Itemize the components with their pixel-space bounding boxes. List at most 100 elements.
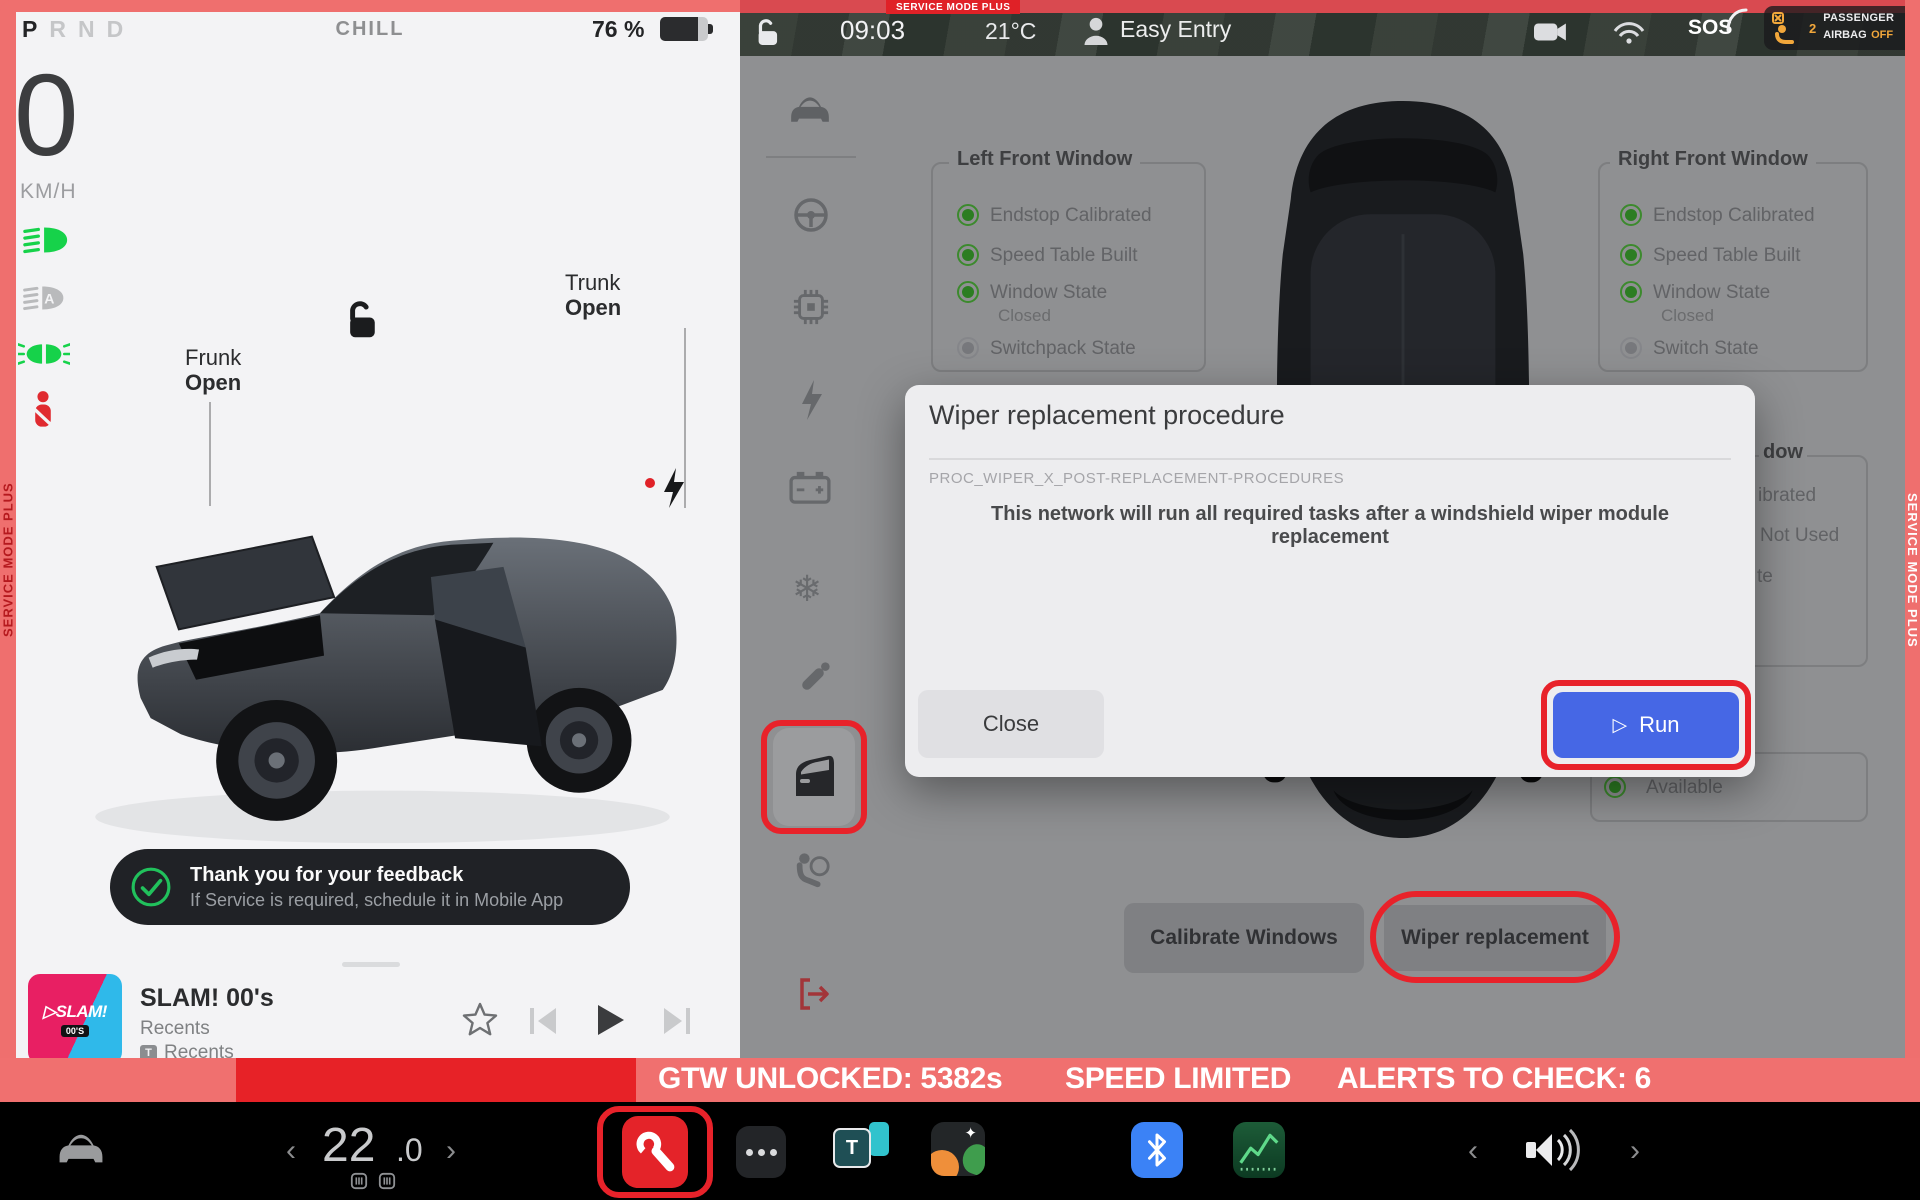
status-radio bbox=[957, 244, 979, 266]
more-apps-icon[interactable] bbox=[736, 1126, 786, 1178]
status-radio bbox=[957, 281, 979, 303]
vehicle-render bbox=[70, 415, 695, 870]
status-label: Endstop Calibrated bbox=[1653, 205, 1815, 227]
sos-signal-arc-icon bbox=[1726, 8, 1748, 32]
dialog-divider bbox=[929, 458, 1731, 460]
volume-up-chevron[interactable]: › bbox=[1630, 1134, 1640, 1168]
weather-star-glyph: ✦ bbox=[964, 1124, 977, 1142]
status-unlocked-icon[interactable] bbox=[754, 18, 778, 48]
annotation-door-tile bbox=[761, 720, 867, 834]
status-radio bbox=[1620, 337, 1642, 359]
instrument-cluster: P R N D CHILL 76 % 0 KM/H A bbox=[0, 0, 740, 1058]
alerts-to-check-label: ALERTS TO CHECK: 6 bbox=[1337, 1062, 1651, 1096]
status-radio bbox=[957, 204, 979, 226]
status-radio bbox=[957, 337, 979, 359]
dialog-procedure-code: PROC_WIPER_X_POST-REPLACEMENT-PROCEDURES bbox=[929, 470, 1344, 487]
gear-p: P bbox=[22, 16, 37, 43]
status-radio bbox=[1604, 776, 1626, 798]
sidebar-chip-icon[interactable] bbox=[792, 288, 830, 326]
sidebar-exit-icon[interactable] bbox=[796, 975, 832, 1013]
status-outside-temp[interactable]: 21°C bbox=[985, 18, 1036, 45]
status-value: Closed bbox=[998, 306, 1051, 326]
status-label: Endstop Calibrated bbox=[990, 205, 1152, 227]
close-button[interactable]: Close bbox=[918, 690, 1104, 758]
sidebar-suspension-icon[interactable] bbox=[794, 660, 832, 698]
status-label: Speed Table Built bbox=[1653, 245, 1801, 267]
album-art-title: SLAM! bbox=[56, 1002, 107, 1021]
temp-increase-chevron[interactable]: › bbox=[446, 1134, 456, 1168]
volume-speaker-icon[interactable] bbox=[1524, 1126, 1580, 1174]
gear-n: N bbox=[78, 16, 95, 43]
frunk-label: FrunkOpen bbox=[185, 345, 241, 396]
defrost-rear-icon[interactable] bbox=[378, 1172, 396, 1190]
t-app-accent-tile bbox=[869, 1122, 889, 1156]
weather-app-icon[interactable]: ✦ bbox=[931, 1122, 985, 1176]
media-source-row: T Recents bbox=[140, 1042, 234, 1058]
airbag-label-passenger: PASSENGER bbox=[1823, 12, 1894, 25]
battery-percentage: 76 % bbox=[592, 16, 644, 43]
volume-down-chevron[interactable]: ‹ bbox=[1468, 1134, 1478, 1168]
trunk-label: TrunkOpen bbox=[565, 270, 621, 321]
status-label: Window State bbox=[990, 282, 1107, 304]
temp-decrease-chevron[interactable]: ‹ bbox=[286, 1134, 296, 1168]
left-front-window-title: Left Front Window bbox=[949, 148, 1140, 171]
battery-tip bbox=[708, 24, 713, 34]
sidebar-12v-battery-icon[interactable] bbox=[788, 470, 832, 504]
album-art[interactable]: ▷SLAM! 00'S bbox=[28, 974, 122, 1058]
album-art-badge: 00'S bbox=[61, 1025, 89, 1037]
profile-person-icon[interactable] bbox=[1082, 15, 1110, 45]
sidebar-vehicle-icon[interactable] bbox=[788, 92, 832, 128]
play-icon[interactable] bbox=[594, 1002, 628, 1038]
airbag-label-off: OFF bbox=[1871, 29, 1893, 41]
t-app-letter-tile: T bbox=[833, 1128, 871, 1168]
position-lamps-icon bbox=[18, 340, 70, 368]
profile-name[interactable]: Easy Entry bbox=[1120, 16, 1231, 43]
gear-indicator: P R N D bbox=[22, 16, 123, 43]
bluetooth-icon bbox=[1142, 1130, 1172, 1170]
sidebar-hvac-snowflake-icon[interactable]: ❄ bbox=[792, 568, 822, 610]
sidebar-airbag-icon[interactable] bbox=[792, 850, 832, 890]
banner-progress-block bbox=[236, 1058, 636, 1102]
media-subtitle: Recents bbox=[140, 1018, 210, 1040]
sidebar-high-voltage-icon[interactable] bbox=[798, 380, 824, 420]
drive-mode-label: CHILL bbox=[300, 18, 440, 41]
calibrate-windows-button[interactable]: Calibrate Windows bbox=[1124, 903, 1364, 973]
weather-leaf-shape bbox=[959, 1140, 985, 1176]
status-label: Switch State bbox=[1653, 338, 1759, 360]
stocks-app-icon[interactable] bbox=[1233, 1122, 1285, 1178]
speed-unit: KM/H bbox=[20, 180, 77, 204]
album-play-glyph: ▷ bbox=[43, 1002, 56, 1021]
line-chart-icon bbox=[1237, 1126, 1281, 1174]
seatbelt-warning-icon bbox=[26, 390, 60, 430]
defrost-front-icon[interactable] bbox=[350, 1172, 368, 1190]
toast-title: Thank you for your feedback bbox=[190, 864, 563, 887]
service-mode-left-label: SERVICE MODE PLUS bbox=[0, 460, 16, 660]
service-mode-frame-top bbox=[0, 0, 740, 12]
right-front-window-title: Right Front Window bbox=[1610, 148, 1816, 171]
dashcam-icon[interactable] bbox=[1534, 20, 1568, 44]
svg-text:A: A bbox=[44, 290, 54, 306]
sidebar-steering-icon[interactable] bbox=[792, 196, 830, 234]
taskbar-car-icon[interactable] bbox=[56, 1128, 106, 1170]
wifi-icon[interactable] bbox=[1612, 18, 1646, 46]
cabin-temp-decimal: .0 bbox=[396, 1132, 423, 1169]
check-circle-icon bbox=[130, 866, 172, 908]
hidden-panel-fragment: ibrated bbox=[1758, 485, 1816, 507]
toast-subtitle: If Service is required, schedule it in M… bbox=[190, 890, 563, 911]
status-radio bbox=[1620, 281, 1642, 303]
hidden-panel-fragment: te bbox=[1757, 566, 1773, 588]
feedback-toast: Thank you for your feedback If Service i… bbox=[110, 849, 630, 925]
favorite-star-icon[interactable] bbox=[462, 1002, 498, 1036]
cabin-temp-value[interactable]: 22 bbox=[322, 1118, 375, 1173]
annotation-run-button bbox=[1541, 680, 1751, 770]
weather-sun-shape bbox=[931, 1150, 959, 1176]
t-media-app-icon[interactable]: T bbox=[833, 1122, 891, 1174]
charge-port-indicator bbox=[645, 478, 655, 488]
low-beam-icon bbox=[22, 224, 70, 256]
previous-track-icon[interactable] bbox=[528, 1006, 562, 1036]
bluetooth-app-icon[interactable] bbox=[1131, 1122, 1183, 1178]
media-source-label: Recents bbox=[164, 1042, 234, 1058]
media-track-title[interactable]: SLAM! 00's bbox=[140, 984, 274, 1013]
next-track-icon[interactable] bbox=[658, 1006, 692, 1036]
page-indicator[interactable] bbox=[342, 962, 400, 967]
